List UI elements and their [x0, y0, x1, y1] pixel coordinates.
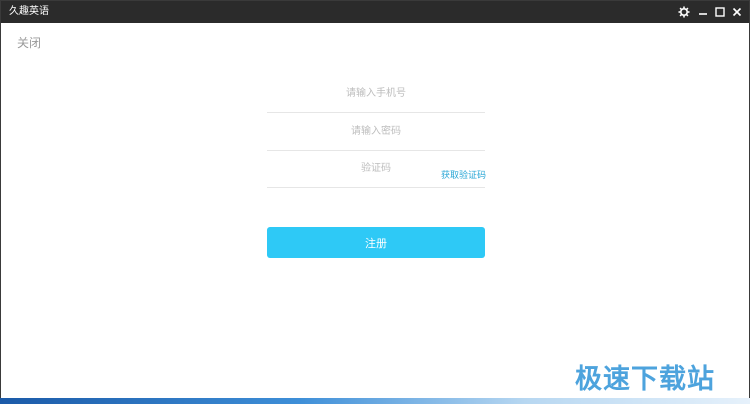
watermark-text: 极速下载站: [575, 364, 715, 395]
maximize-icon[interactable]: [712, 4, 728, 20]
get-code-link[interactable]: 获取验证码: [441, 168, 486, 181]
title-bar[interactable]: 久趣英语: [1, 1, 749, 23]
password-field: [267, 113, 485, 151]
password-input[interactable]: [267, 113, 485, 150]
window-title: 久趣英语: [9, 6, 49, 17]
close-icon[interactable]: [729, 4, 745, 20]
verification-code-field: 获取验证码: [267, 150, 486, 188]
app-window: 久趣英语 关闭 获取验证码 注册 极速下载站: [0, 0, 750, 404]
phone-input[interactable]: [267, 75, 485, 112]
gear-icon[interactable]: [676, 4, 692, 20]
close-link[interactable]: 关闭: [17, 34, 41, 51]
phone-field: [267, 75, 485, 113]
register-button[interactable]: 注册: [267, 227, 485, 258]
watermark-logo: 极速下载站: [575, 357, 735, 395]
minimize-icon[interactable]: [695, 4, 711, 20]
desktop-taskbar-strip: [0, 398, 750, 404]
